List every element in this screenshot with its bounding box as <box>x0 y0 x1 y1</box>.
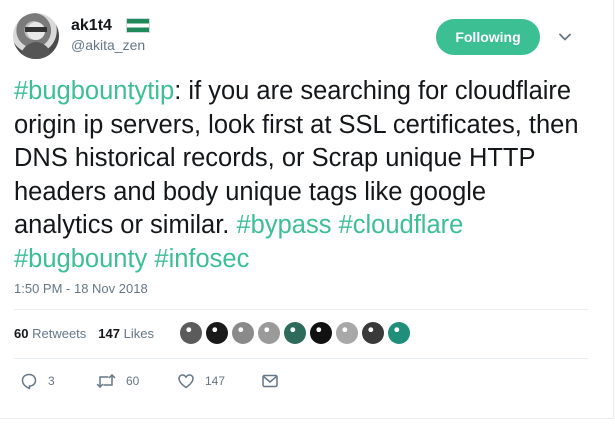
frame-border-bottom <box>0 418 614 419</box>
frame-border-right <box>613 0 614 418</box>
user-name[interactable]: ak1t4 <box>71 17 112 35</box>
hashtag-link[interactable]: #bypass <box>236 211 331 239</box>
likes-count: 147 <box>98 326 120 341</box>
divider <box>14 309 588 310</box>
liker-avatar[interactable] <box>284 322 306 344</box>
liker-avatar[interactable] <box>258 322 280 344</box>
direct-message-button[interactable] <box>261 373 279 389</box>
avatar[interactable] <box>13 13 59 59</box>
liker-avatar[interactable] <box>180 322 202 344</box>
divider <box>14 358 588 359</box>
hashtag-link[interactable]: #infosec <box>154 245 249 273</box>
likes-label: Likes <box>123 326 154 341</box>
flag-icon <box>126 18 150 33</box>
likes-stat[interactable]: 147 Likes <box>98 326 154 341</box>
retweet-button[interactable]: 60 <box>96 372 177 390</box>
liker-avatar[interactable] <box>336 322 358 344</box>
tweet-text-segment <box>331 211 338 239</box>
message-icon <box>262 374 278 388</box>
tweet-stats: 60 Retweets 147 Likes <box>14 326 154 341</box>
liker-avatar[interactable] <box>310 322 332 344</box>
hashtag-link[interactable]: #bugbounty <box>14 245 147 273</box>
hashtag-link[interactable]: #bugbountytip <box>14 77 174 105</box>
reply-count: 3 <box>48 374 55 388</box>
hashtag-link[interactable]: #cloudflare <box>339 211 464 239</box>
retweet-count: 60 <box>126 374 140 388</box>
retweets-stat[interactable]: 60 Retweets <box>14 326 86 341</box>
like-button[interactable]: 147 <box>177 372 261 390</box>
retweet-icon <box>96 374 116 388</box>
liker-avatar[interactable] <box>232 322 254 344</box>
user-handle[interactable]: @akita_zen <box>71 37 145 53</box>
liker-avatar[interactable] <box>362 322 384 344</box>
liker-avatar[interactable] <box>206 322 228 344</box>
liker-avatar[interactable] <box>388 322 410 344</box>
reply-button[interactable]: 3 <box>20 372 96 390</box>
like-icon <box>178 374 194 389</box>
retweets-count: 60 <box>14 326 29 341</box>
tweet-text: #bugbountytip: if you are searching for … <box>14 75 589 276</box>
avatar-image <box>19 22 53 59</box>
tweet-timestamp[interactable]: 1:50 PM - 18 Nov 2018 <box>14 281 148 296</box>
tweet-actions: 3 60 147 <box>20 372 279 390</box>
reply-icon <box>21 373 37 390</box>
following-button[interactable]: Following <box>436 19 540 55</box>
retweets-label: Retweets <box>32 326 87 341</box>
like-count: 147 <box>205 374 226 388</box>
liker-avatars <box>180 322 410 344</box>
chevron-down-icon[interactable] <box>558 30 572 44</box>
